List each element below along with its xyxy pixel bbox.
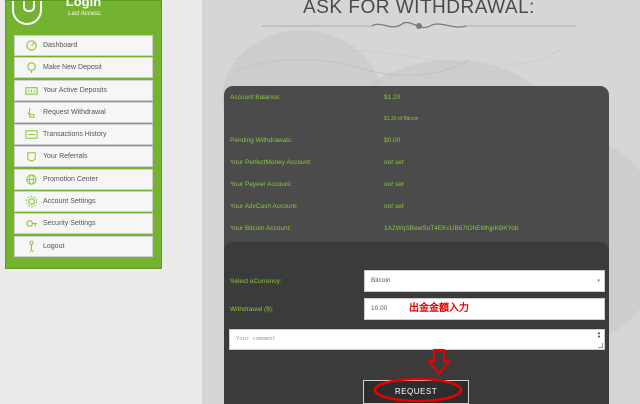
withdrawal-amount-label: Withdrawal ($): [230, 306, 274, 313]
comment-textarea[interactable]: Your comment ▲ ▼ [229, 329, 605, 350]
ecurrency-label: Select eCurrency: [230, 278, 282, 285]
withdrawal-amount-value: 10.00 [371, 305, 388, 312]
ecurrency-select[interactable]: Bitcoin ▾ [364, 270, 605, 292]
perfectmoney-value: not set [384, 159, 404, 166]
pending-withdrawals-label: Pending Withdrawals: [230, 137, 293, 144]
bitcoin-label: Your Bitcoin Account: [230, 225, 292, 232]
withdrawal-panel: Account Balance: $1.20 $1.20 of Bitcoin … [224, 86, 609, 404]
account-balance-value: $1.20 [384, 94, 401, 101]
withdrawal-amount-input[interactable]: 10.00 出金金額入力 [364, 298, 605, 320]
account-balance-label: Account Balance: [230, 94, 281, 101]
ecurrency-selected: Bitcoin [371, 277, 391, 284]
amount-annotation: 出金金額入力 [409, 303, 469, 314]
payeer-label: Your Payeer Account: [230, 181, 293, 188]
advcash-value: not set [384, 203, 404, 210]
pending-withdrawals-value: $0.00 [384, 137, 401, 144]
resize-handle-icon[interactable] [598, 343, 603, 348]
advcash-label: Your AdvCash Account: [230, 203, 298, 210]
annotation-circle [373, 377, 463, 403]
chevron-down-icon: ▾ [597, 278, 600, 284]
balance-bitcoin-value: $1.20 of Bitcoin [384, 116, 419, 122]
spinner-arrows-icon: ▲ ▼ [597, 330, 601, 339]
withdrawal-form: Select eCurrency: Bitcoin ▾ Withdrawal (… [224, 242, 609, 404]
perfectmoney-label: Your PerfectMoney Account: [230, 159, 312, 166]
payeer-value: not set [384, 181, 404, 188]
annotation-arrow-icon [427, 348, 451, 376]
comment-placeholder: Your comment [236, 336, 276, 342]
bitcoin-address: 1A2WqSBewSoT4EKcUB67tDhEMhjpKBKYob [384, 225, 519, 232]
